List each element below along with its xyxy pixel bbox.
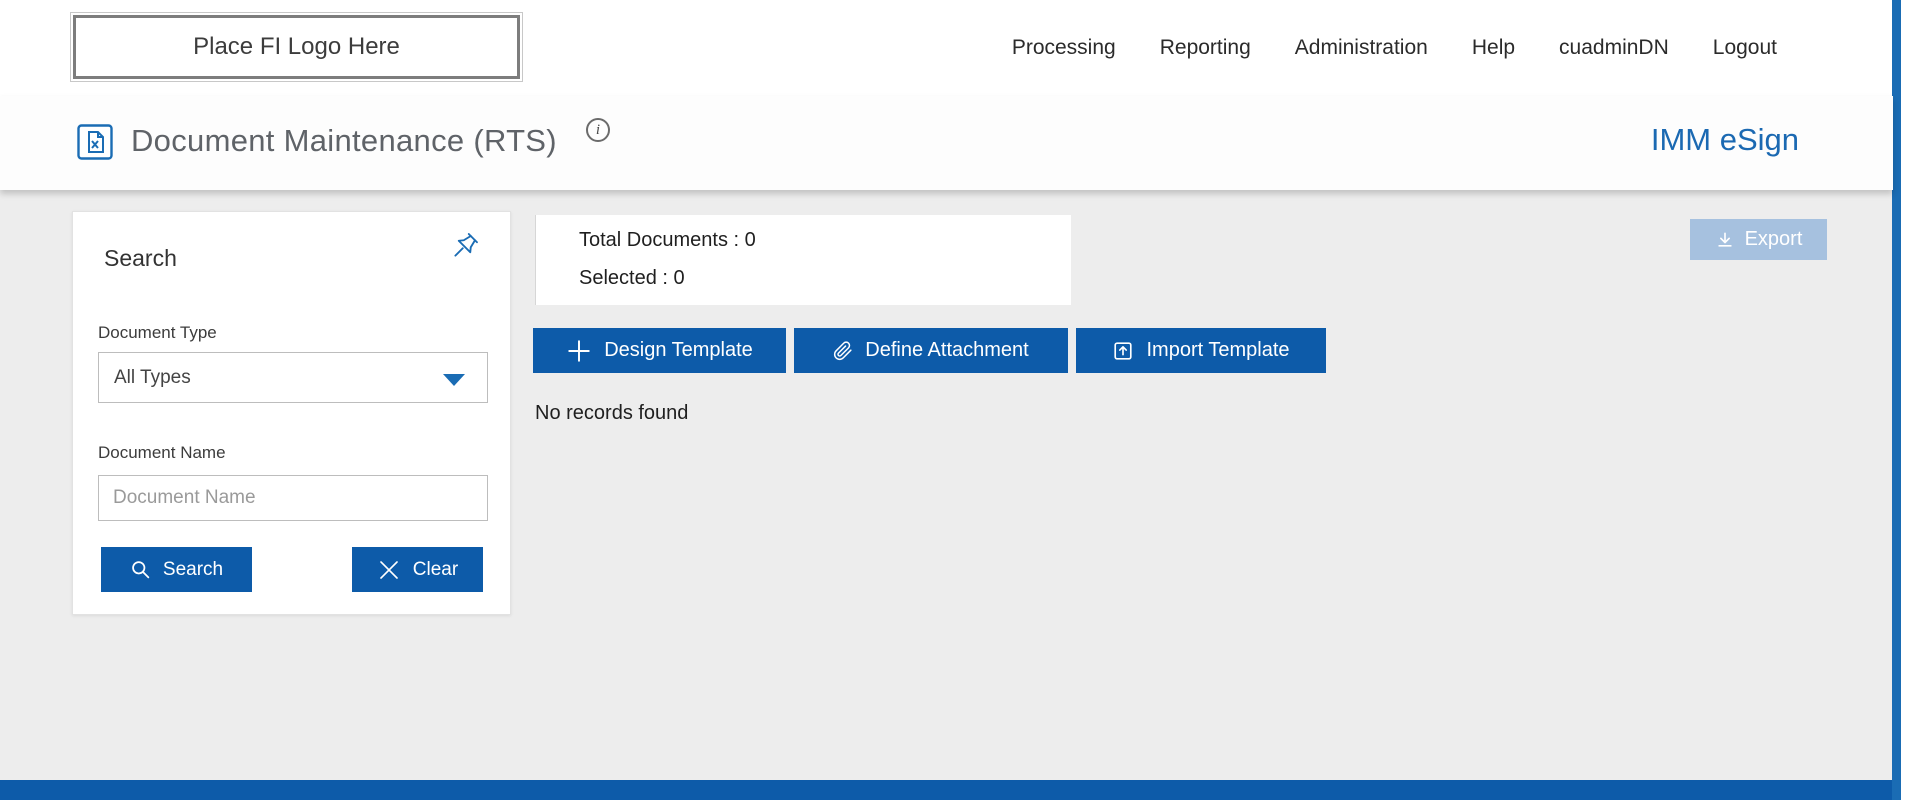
search-button[interactable]: Search [101, 547, 252, 592]
app-root: Place FI Logo Here Processing Reporting … [0, 0, 1920, 800]
search-panel-title: Search [104, 245, 177, 272]
design-template-label: Design Template [604, 339, 753, 362]
selected-line: Selected : 0 [579, 267, 685, 290]
action-button-row: Design Template Define Attachment [533, 328, 1326, 373]
nav-item-administration[interactable]: Administration [1295, 36, 1428, 60]
top-header: Place FI Logo Here Processing Reporting … [0, 0, 1893, 96]
info-icon[interactable]: i [586, 118, 610, 142]
empty-results-message: No records found [535, 402, 688, 425]
title-bar: Document Maintenance (RTS) i IMM eSign [0, 96, 1893, 190]
pin-icon[interactable] [451, 230, 481, 260]
document-name-label: Document Name [98, 443, 226, 463]
page-title: Document Maintenance (RTS) [131, 123, 557, 159]
document-maintenance-icon [77, 124, 113, 160]
clear-button-label: Clear [413, 559, 458, 581]
download-icon [1715, 230, 1735, 250]
document-type-label: Document Type [98, 323, 217, 343]
total-documents-line: Total Documents : 0 [579, 229, 756, 252]
document-type-select[interactable]: All Types [98, 352, 488, 403]
document-name-input[interactable] [98, 475, 488, 521]
nav-item-logout[interactable]: Logout [1713, 36, 1777, 60]
fi-logo-placeholder: Place FI Logo Here [73, 15, 520, 79]
export-button[interactable]: Export [1690, 219, 1827, 260]
plus-icon [566, 338, 592, 364]
footer-bar [0, 780, 1893, 800]
total-documents-value: 0 [745, 229, 756, 251]
vertical-scrollbar[interactable] [1892, 0, 1901, 800]
content-area: Search Document Type All Types Document … [0, 190, 1893, 780]
search-button-label: Search [163, 559, 223, 581]
fi-logo-text: Place FI Logo Here [193, 33, 400, 61]
paperclip-icon [833, 341, 853, 361]
nav-item-reporting[interactable]: Reporting [1160, 36, 1251, 60]
top-nav: Processing Reporting Administration Help… [1012, 0, 1777, 96]
define-attachment-button[interactable]: Define Attachment [794, 328, 1068, 373]
nav-item-user-cuadmindn[interactable]: cuadminDN [1559, 36, 1669, 60]
import-icon [1112, 340, 1134, 362]
close-icon [377, 558, 401, 582]
design-template-button[interactable]: Design Template [533, 328, 786, 373]
total-documents-label: Total Documents : [579, 229, 739, 251]
brand-imm-esign: IMM eSign [1651, 122, 1799, 158]
selected-label: Selected : [579, 267, 668, 289]
export-button-label: Export [1745, 228, 1803, 251]
clear-button[interactable]: Clear [352, 547, 483, 592]
define-attachment-label: Define Attachment [865, 339, 1028, 362]
import-template-button[interactable]: Import Template [1076, 328, 1326, 373]
nav-item-help[interactable]: Help [1472, 36, 1515, 60]
search-panel: Search Document Type All Types Document … [72, 211, 511, 615]
chevron-down-icon [443, 374, 465, 386]
search-icon [130, 559, 151, 580]
selected-value: 0 [674, 267, 685, 289]
document-type-selected-value: All Types [114, 367, 191, 389]
import-template-label: Import Template [1146, 339, 1289, 362]
totals-box: Total Documents : 0 Selected : 0 [535, 215, 1071, 305]
nav-item-processing[interactable]: Processing [1012, 36, 1116, 60]
